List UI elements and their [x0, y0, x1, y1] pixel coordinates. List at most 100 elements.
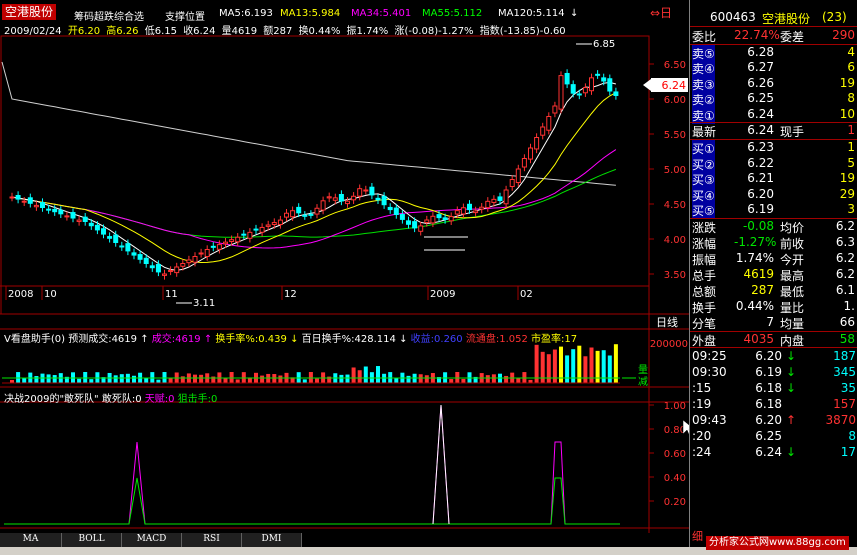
vol-forecast-arrow: ↑: [140, 334, 149, 345]
hand-label: 现手: [780, 125, 805, 139]
sell-volume: 10: [839, 106, 855, 121]
price-tick: 5.00: [664, 165, 686, 176]
stat-row: 分笔 7 均量 66: [690, 315, 857, 331]
period-label[interactable]: 日线: [656, 315, 678, 329]
tick-arrow: ↓: [786, 445, 797, 459]
sell-price: 6.24: [747, 106, 774, 121]
vol-deal-arrow: ↑: [203, 334, 213, 345]
buy-row: 买② 6.22 5: [690, 155, 857, 173]
hand-value: 1: [847, 123, 855, 137]
tick-qty: 17: [840, 445, 856, 459]
indicator-header: 决战2009的"敢死队" 敢死队:0 天赋:0 狙击手:0: [4, 390, 217, 405]
sell-volume: 6: [847, 60, 855, 75]
sell-volume: 8: [847, 91, 855, 106]
stock-name-right: 空港股份: [762, 12, 811, 26]
buy-volume: 1: [847, 140, 855, 154]
order-ratio-row: 委比 22.74% 委差 290: [690, 28, 857, 44]
tick-qty: 157: [833, 397, 856, 411]
stat-row: 涨幅 -1.27% 前收 6.3: [690, 235, 857, 251]
tab-macd[interactable]: MACD: [122, 533, 182, 547]
date-tick: 11: [165, 289, 178, 300]
buy-price: 6.22: [747, 155, 774, 170]
tick-row: 09:30 6.19 ↓ 345: [690, 365, 857, 381]
tick-arrow: ↓: [786, 365, 797, 379]
stat-row: 涨跌 -0.08 均价 6.2: [690, 219, 857, 235]
stat-value: -0.08: [742, 219, 774, 233]
indicator-title[interactable]: 决战2009的"敢死队": [4, 394, 99, 405]
vol-forecast: 预测成交:4619: [68, 334, 138, 345]
tick-time: :15: [692, 381, 712, 395]
watermark: 分析家公式网www.88gg.com: [706, 536, 849, 550]
stat-label-2: 均量: [780, 317, 805, 331]
diff-label: 委差: [780, 30, 805, 44]
diff-value: 290: [832, 28, 855, 42]
price-tick: 6.50: [664, 60, 686, 71]
outer-inner-row: 外盘 4035 内盘 58: [690, 332, 857, 348]
main-chart-frame: [0, 35, 650, 315]
tab-dmi[interactable]: DMI: [242, 533, 302, 547]
indicator-tick: 0.80: [664, 425, 686, 436]
vol-deal: 成交:4619: [151, 334, 201, 345]
indicator-tick: 0.20: [664, 497, 686, 508]
sell-row: 卖⑤ 6.28 4: [690, 45, 857, 62]
stat-label-2: 前收: [780, 237, 805, 251]
buy-volume: 19: [839, 171, 855, 186]
tick-price: 6.24: [755, 445, 782, 459]
sell-price: 6.25: [747, 91, 774, 106]
buy-row: 买③ 6.21 19: [690, 171, 857, 189]
tick-arrow: ↑: [786, 413, 797, 427]
tab-rsi[interactable]: RSI: [182, 533, 242, 547]
ma55-line: [11, 168, 617, 238]
inner-value: 58: [839, 332, 855, 346]
buy-price: 6.23: [747, 140, 774, 154]
volume-legend-up: 量: [638, 364, 648, 376]
sell-price: 6.26: [747, 75, 774, 90]
vol-title[interactable]: V看盘助手(0): [4, 334, 65, 345]
date-tick: 12: [284, 289, 297, 300]
stat-label: 换手: [692, 301, 717, 315]
date-tick: 02: [520, 289, 533, 300]
tick-price: 6.25: [755, 429, 782, 443]
tick-row: :24 6.24 ↓ 17: [690, 445, 857, 461]
candlesticks: [9, 69, 619, 280]
sell-price: 6.27: [747, 60, 774, 75]
tick-price: 6.20: [755, 413, 782, 427]
indicator-tabs: MA BOLL MACD RSI DMI: [0, 533, 689, 547]
high-marker-label: 6.85: [593, 39, 615, 50]
tick-row: :15 6.18 ↓ 35: [690, 381, 857, 397]
buy-row: 买① 6.23 1: [690, 140, 857, 157]
kline-chart[interactable]: 6.506.005.505.004.504.003.50 2008 10 11 12 2…: [0, 0, 689, 533]
vol-hundred-arrow: ↓: [399, 334, 408, 345]
tab-ma[interactable]: MA: [0, 533, 62, 547]
sell-row: 卖③ 6.26 19: [690, 75, 857, 93]
buy-row: 买④ 6.20 29: [690, 186, 857, 204]
sell-row: 卖① 6.24 10: [690, 106, 857, 124]
tick-qty: 35: [840, 381, 856, 395]
sell-row: 卖② 6.25 8: [690, 91, 857, 109]
buy-volume: 5: [847, 155, 855, 170]
stat-label: 分笔: [692, 317, 717, 331]
indicator-tick: 0.40: [664, 473, 686, 484]
tick-row: :20 6.25 8: [690, 429, 857, 445]
tick-price: 6.19: [755, 365, 782, 379]
quote-panel: 600463 空港股份 (23) 委比 22.74% 委差 290 卖⑤ 6.28…: [689, 0, 857, 547]
buy-label: 买②: [692, 155, 715, 173]
date-tick: 2008: [8, 289, 33, 300]
last-price-row: 最新 6.24 现手 1: [690, 123, 857, 139]
vol-pe: 市盈率:17: [531, 334, 578, 345]
indicator-tick: 0.60: [664, 449, 686, 460]
tab-boll[interactable]: BOLL: [62, 533, 122, 547]
tick-arrow: ↓: [786, 349, 797, 363]
stat-row: 总额 287 最低 6.1: [690, 283, 857, 299]
tick-time: :19: [692, 397, 712, 411]
price-tick: 4.50: [664, 200, 686, 211]
tick-time: 09:30: [692, 365, 727, 379]
vol-turnover: 换手率%:0.439: [215, 334, 287, 345]
stat-row: 总手 4619 最高 6.2: [690, 267, 857, 283]
detail-tab[interactable]: 细: [692, 528, 703, 544]
sell-row: 卖④ 6.27 6: [690, 60, 857, 78]
ratio-value: 22.74%: [734, 28, 780, 42]
price-tick: 4.00: [664, 235, 686, 246]
tick-time: 09:25: [692, 349, 727, 363]
buy-row: 买⑤ 6.19 3: [690, 202, 857, 220]
